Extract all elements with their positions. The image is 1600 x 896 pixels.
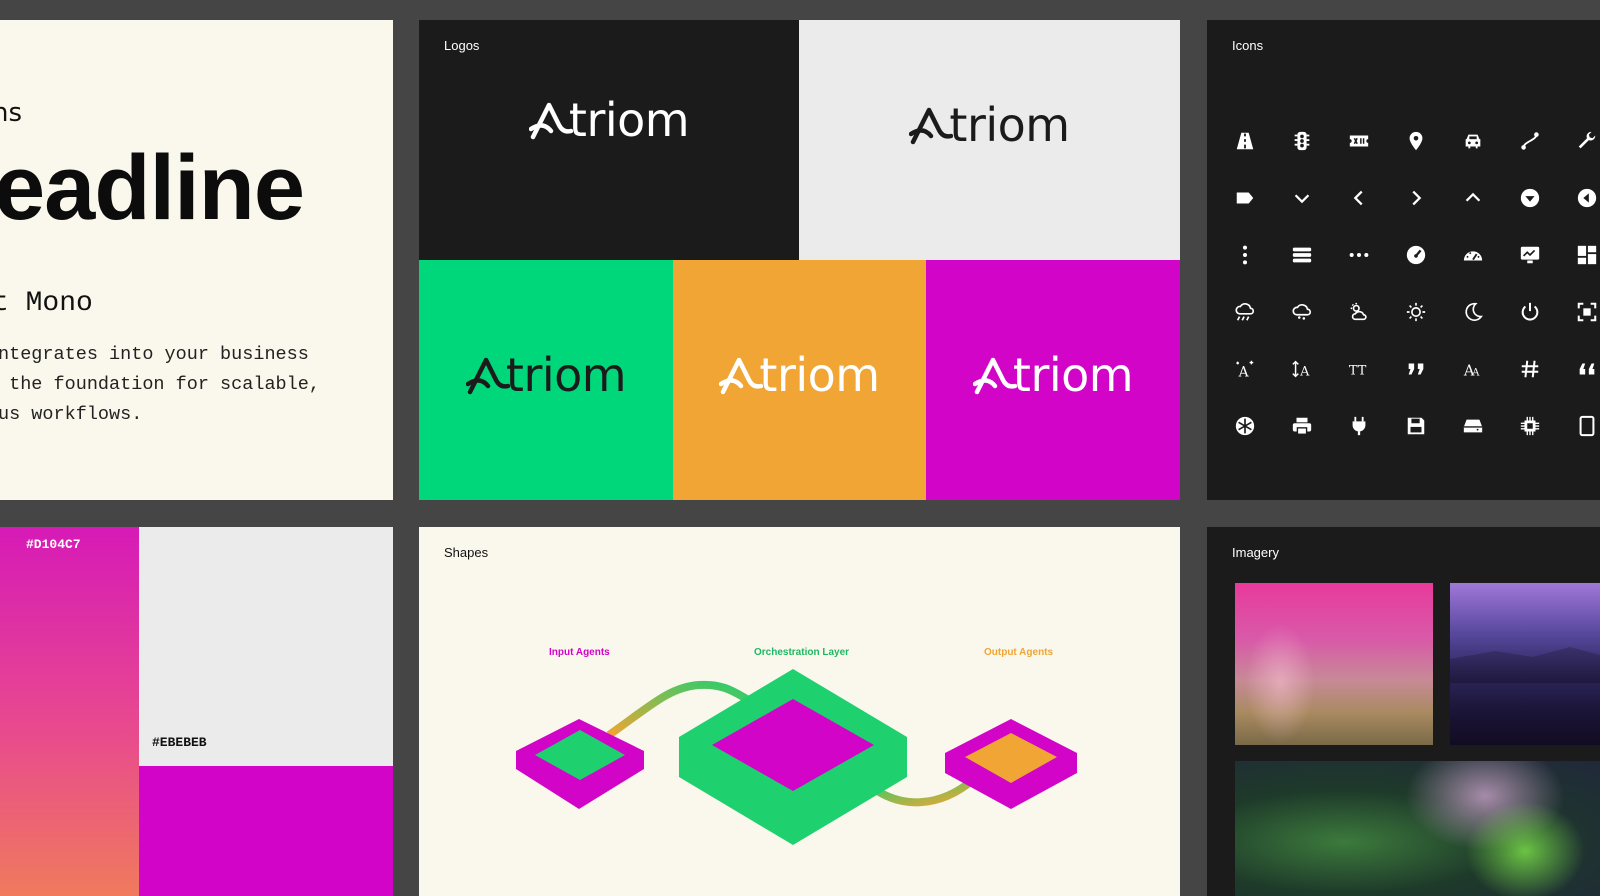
text-size-icon: A xyxy=(1291,340,1348,397)
circle-caret-left-icon xyxy=(1576,169,1600,226)
imagery-title: Imagery xyxy=(1232,545,1279,560)
dots-vertical-icon xyxy=(1234,226,1291,283)
save-icon xyxy=(1405,397,1462,454)
tablet-icon xyxy=(1576,397,1600,454)
printer-icon xyxy=(1291,397,1348,454)
body-line: the foundation for scalable, xyxy=(0,374,320,395)
text-sparkle-icon: A xyxy=(1234,340,1291,397)
atriom-logo: triom xyxy=(909,98,1070,152)
typography-panel: ns eadline t Mono ntegrates into your bu… xyxy=(0,20,393,500)
cloud-drizzle-icon xyxy=(1291,283,1348,340)
atriom-mark-icon xyxy=(972,357,1017,395)
atriom-logo: triom xyxy=(719,348,880,402)
logo-tile-green: triom xyxy=(419,260,673,500)
mountain-dusk-image xyxy=(1450,583,1600,745)
atriom-logo: triom xyxy=(528,93,690,147)
logo-tile-dark: triom xyxy=(419,20,799,260)
atriom-logo: triom xyxy=(972,348,1134,402)
orchestration-layer-shape xyxy=(679,669,907,845)
dashboard-icon xyxy=(1576,226,1600,283)
imagery-panel: Imagery xyxy=(1207,527,1600,896)
logos-panel: triom triom triom triom triom Logos xyxy=(419,20,1180,500)
tag-icon xyxy=(1234,169,1291,226)
plug-icon xyxy=(1348,397,1405,454)
moon-icon xyxy=(1462,283,1519,340)
logo-wordmark: triom xyxy=(759,348,880,402)
svg-text:A: A xyxy=(1299,364,1310,379)
icon-grid: A A TT AA xyxy=(1234,112,1600,454)
logo-tile-orange: triom xyxy=(673,260,926,500)
car-icon xyxy=(1462,112,1519,169)
icons-title: Icons xyxy=(1232,38,1264,53)
atriom-logo: triom xyxy=(465,348,627,402)
svg-text:A: A xyxy=(1238,364,1250,380)
logo-wordmark: triom xyxy=(1012,348,1134,402)
hash-icon xyxy=(1519,340,1576,397)
circle-caret-down-icon xyxy=(1519,169,1576,226)
atriom-mark-icon xyxy=(719,357,764,395)
color-swatch-gradient: #D104C7 xyxy=(0,527,139,896)
text-tt-icon: TT xyxy=(1348,340,1405,397)
quote-icon xyxy=(1405,340,1462,397)
logo-tile-magenta: triom xyxy=(926,260,1180,500)
color-swatch-light: #EBEBEB xyxy=(139,527,393,766)
input-agent-shape xyxy=(516,719,644,809)
hard-drive-icon xyxy=(1462,397,1519,454)
chevron-right-icon xyxy=(1405,169,1462,226)
monitor-chart-icon xyxy=(1519,226,1576,283)
atriom-mark-icon xyxy=(528,102,573,140)
colors-panel: #D104C7 #EBEBEB xyxy=(0,527,393,896)
body-line: ntegrates into your business xyxy=(0,344,309,365)
logo-wordmark: triom xyxy=(949,98,1070,152)
map-pin-icon xyxy=(1405,112,1462,169)
snowflake-icon xyxy=(1234,397,1291,454)
chip-icon xyxy=(1519,397,1576,454)
dots-horizontal-icon xyxy=(1348,226,1405,283)
logo-wordmark: triom xyxy=(505,348,627,402)
aurora-pink-sky-image xyxy=(1235,583,1433,745)
gauge-icon xyxy=(1405,226,1462,283)
green-aurora-image xyxy=(1235,761,1600,896)
icons-panel: Icons A A TT A A xyxy=(1207,20,1600,500)
body-line: us workflows. xyxy=(0,404,143,425)
power-icon xyxy=(1519,283,1576,340)
route-icon xyxy=(1519,112,1576,169)
wrench-icon xyxy=(1576,112,1600,169)
agent-diagram xyxy=(516,669,1077,845)
logo-wordmark: triom xyxy=(568,93,690,147)
type-label: ns xyxy=(0,98,23,128)
menu-icon xyxy=(1291,226,1348,283)
color-swatch-magenta xyxy=(139,766,393,896)
atriom-mark-icon xyxy=(465,357,510,395)
chevron-left-icon xyxy=(1348,169,1405,226)
logos-title: Logos xyxy=(444,38,480,53)
swatch-hex-label: #D104C7 xyxy=(26,537,81,552)
font-name: t Mono xyxy=(0,288,93,319)
body-sample: ntegrates into your business the foundat… xyxy=(0,340,320,430)
traffic-light-icon xyxy=(1291,112,1348,169)
svg-text:TT: TT xyxy=(1349,363,1367,378)
ticket-icon xyxy=(1348,112,1405,169)
output-agent-shape xyxy=(945,719,1077,809)
chevron-down-icon xyxy=(1291,169,1348,226)
svg-text:A: A xyxy=(1471,367,1480,378)
cloud-rain-icon xyxy=(1234,283,1291,340)
quote-open-icon xyxy=(1576,340,1600,397)
headline-sample: eadline xyxy=(0,137,305,239)
logo-tile-light: triom xyxy=(799,20,1180,260)
chevron-up-icon xyxy=(1462,169,1519,226)
focus-icon xyxy=(1576,283,1600,340)
road-icon xyxy=(1234,112,1291,169)
atriom-mark-icon xyxy=(909,107,954,145)
sun-cloud-icon xyxy=(1348,283,1405,340)
shapes-panel: Shapes Input Agents Orchestration Layer … xyxy=(419,527,1180,896)
speedometer-icon xyxy=(1462,226,1519,283)
swatch-hex-label: #EBEBEB xyxy=(152,735,207,750)
font-icon: AA xyxy=(1462,340,1519,397)
sun-icon xyxy=(1405,283,1462,340)
